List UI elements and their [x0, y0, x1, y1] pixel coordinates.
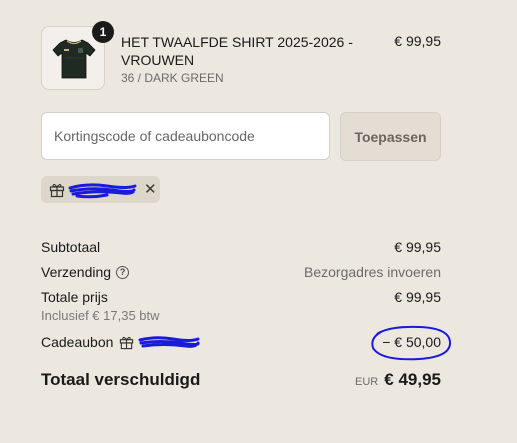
discount-form: Toepassen [41, 112, 441, 161]
product-price: € 99,95 [394, 33, 441, 49]
gift-icon [49, 183, 65, 197]
subtotal-value: € 99,95 [394, 239, 441, 255]
amount-due-label: Totaal verschuldigd [41, 370, 201, 389]
shipping-value: Bezorgadres invoeren [304, 264, 441, 280]
amount-due-value: € 49,95 [384, 370, 441, 389]
total-price-label: Totale prijs [41, 289, 108, 305]
checkout-summary: 1 HET TWAALFDE SHIRT 2025-2026 - VROUWEN… [0, 0, 517, 443]
highlight-circle-annotation [371, 325, 451, 361]
help-icon[interactable]: ? [116, 265, 130, 279]
amount-due-row: Totaal verschuldigd EUR € 49,95 [41, 370, 441, 390]
product-thumbnail: 1 [41, 21, 114, 90]
remove-giftcard-close-icon[interactable]: ✕ [144, 182, 157, 197]
product-title: HET TWAALFDE SHIRT 2025-2026 - VROUWEN [121, 34, 353, 68]
applied-giftcard-chip: ✕ [41, 176, 160, 203]
currency-code: EUR [355, 376, 379, 388]
giftcard-label: Cadeaubon [41, 334, 114, 350]
discount-code-input[interactable] [41, 112, 330, 160]
shirt-icon [52, 39, 96, 79]
subtotal-label: Subtotaal [41, 239, 101, 255]
apply-discount-button[interactable]: Toepassen [340, 112, 441, 161]
shipping-label: Verzending [41, 264, 112, 280]
quantity-badge: 1 [92, 21, 114, 43]
redacted-code-scribble [68, 182, 137, 198]
product-variant: 36 / DARK GREEN [121, 71, 224, 85]
cart-line-item: 1 HET TWAALFDE SHIRT 2025-2026 - VROUWEN… [41, 21, 441, 92]
tax-note: Inclusief € 17,35 btw [41, 308, 160, 323]
redacted-code-scribble [138, 336, 201, 348]
total-price-value: € 99,95 [394, 289, 441, 305]
gift-icon [120, 336, 134, 349]
